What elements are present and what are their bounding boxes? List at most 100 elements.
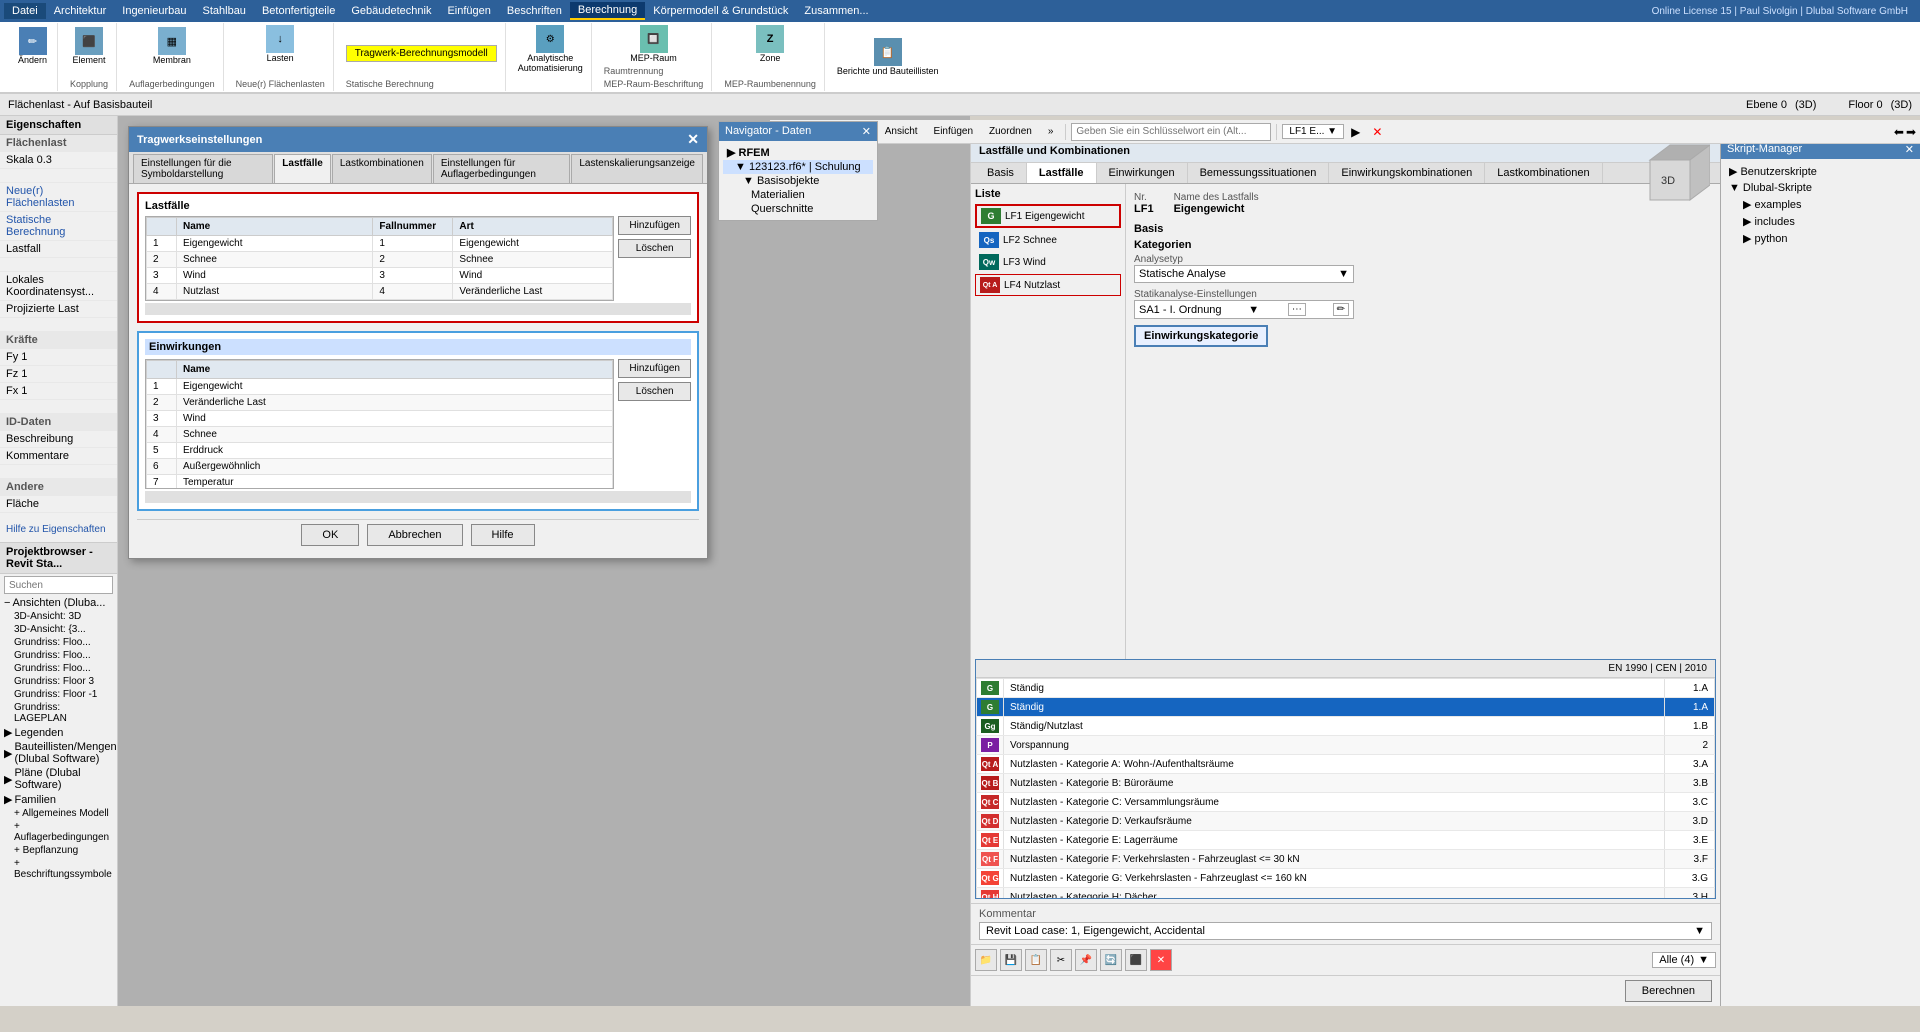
- lf-tb-btn-3[interactable]: 📋: [1025, 949, 1047, 971]
- lf-tb-btn-4[interactable]: ✂: [1050, 949, 1072, 971]
- navigator-titlebar[interactable]: Navigator - Daten ✕: [719, 122, 877, 141]
- lastfaelle-tab-lastkombinationen[interactable]: Lastkombinationen: [1485, 163, 1602, 183]
- ew-table-row[interactable]: 3 Wind: [147, 411, 613, 427]
- lastfaelle-tab-bemessungssituationen[interactable]: Bemessungssituationen: [1188, 163, 1330, 183]
- btn-analytisch[interactable]: ⚙ AnalytischeAutomatisierung: [518, 25, 583, 73]
- tab-zusammen[interactable]: Zusammen...: [796, 3, 876, 19]
- btn-hinzufuegen-lastfaelle[interactable]: Hinzufügen: [618, 216, 691, 235]
- lastfaelle-tab-lastfaelle[interactable]: Lastfälle: [1027, 163, 1097, 183]
- statik-btn-right[interactable]: ⋯: [1288, 303, 1306, 316]
- navigator-close-icon[interactable]: ✕: [862, 125, 871, 138]
- lf-table-row[interactable]: 4 Nutzlast 4 Veränderliche Last: [147, 284, 613, 300]
- ew-table-row[interactable]: 5 Erddruck: [147, 443, 613, 459]
- tab-ingenieurbau[interactable]: Ingenieurbau: [114, 3, 194, 19]
- btn-hinzufuegen-ew[interactable]: Hinzufügen: [618, 359, 691, 378]
- statik-btn-edit[interactable]: ✏: [1333, 303, 1349, 316]
- btn-berechnen[interactable]: Berechnen: [1625, 980, 1712, 1002]
- einwirk-row[interactable]: Qt H Nutzlasten - Kategorie H: Dächer 3.…: [977, 888, 1715, 899]
- einwirk-row[interactable]: Qt G Nutzlasten - Kategorie G: Verkehrsl…: [977, 869, 1715, 888]
- tb2-ansicht[interactable]: Ansicht: [878, 124, 925, 139]
- tab-gebaeudetechnik[interactable]: Gebäudetechnik: [343, 3, 439, 19]
- btn-lasten[interactable]: ↓ Lasten: [236, 25, 325, 63]
- project-item-gr2[interactable]: Grundriss: Floo...: [0, 649, 117, 662]
- ew-table-row[interactable]: 6 Außergewöhnlich: [147, 459, 613, 475]
- ew-scrollbar[interactable]: [145, 491, 691, 503]
- search-input[interactable]: [1071, 123, 1271, 141]
- ew-table-row[interactable]: 7 Temperatur: [147, 475, 613, 490]
- btn-loeschen-lastfaelle[interactable]: Löschen: [618, 239, 691, 258]
- einwirk-row[interactable]: Qt E Nutzlasten - Kategorie E: Lagerräum…: [977, 831, 1715, 850]
- einwirk-row[interactable]: Gg Ständig/Nutzlast 1.B: [977, 717, 1715, 736]
- prop-link[interactable]: Hilfe zu Eigenschaften: [0, 521, 117, 538]
- lastfaelle-scrollbar[interactable]: [145, 303, 691, 315]
- project-item-gr5[interactable]: Grundriss: Floor -1: [0, 688, 117, 701]
- btn-berichte[interactable]: 📋 Berichte und Bauteillisten: [837, 38, 939, 76]
- lf-item-lf1[interactable]: G LF1 Eigengewicht: [975, 204, 1121, 228]
- lf-tb-btn-6[interactable]: 🔄: [1100, 949, 1122, 971]
- lf-tb-btn-7[interactable]: ⬛: [1125, 949, 1147, 971]
- tb2-close[interactable]: ✕: [1367, 123, 1387, 141]
- lf-item-lf3[interactable]: Qw LF3 Wind: [975, 252, 1121, 272]
- project-item-gr4[interactable]: Grundriss: Floor 3: [0, 675, 117, 688]
- btn-loeschen-ew[interactable]: Löschen: [618, 382, 691, 401]
- ew-table-row[interactable]: 2 Veränderliche Last: [147, 395, 613, 411]
- lastfaelle-tab-basis[interactable]: Basis: [975, 163, 1027, 183]
- script-item-benutzerskripte[interactable]: ▶Benutzerskripte: [1725, 163, 1916, 180]
- project-item-beschriftung[interactable]: + Beschriftungssymbole: [0, 857, 117, 881]
- nav-item-querschnitte[interactable]: Querschnitte: [723, 202, 873, 216]
- ew-table-row[interactable]: 1 Eigengewicht: [147, 379, 613, 395]
- project-item-ansichten[interactable]: −Ansichten (Dluba...: [0, 596, 117, 610]
- project-item-gr1[interactable]: Grundriss: Floo...: [0, 636, 117, 649]
- kommentar-dropdown[interactable]: Revit Load case: 1, Eigengewicht, Accide…: [979, 922, 1712, 940]
- lf-tb-btn-5[interactable]: 📌: [1075, 949, 1097, 971]
- tb2-play[interactable]: ▶: [1346, 123, 1365, 141]
- project-item-bauteile[interactable]: ▶Bauteillisten/Mengen (Dlubal Software): [0, 740, 117, 766]
- btn-membran[interactable]: ▦ Membran: [129, 25, 215, 67]
- einwirk-row[interactable]: Qt C Nutzlasten - Kategorie C: Versammlu…: [977, 793, 1715, 812]
- project-item-bepflanzung[interactable]: + Bepflanzung: [0, 844, 117, 857]
- tragwerk-tab-lastfaelle[interactable]: Lastfälle: [274, 154, 331, 183]
- tab-einfuegen[interactable]: Einfügen: [439, 3, 498, 19]
- einwirk-row[interactable]: G Ständig 1.A: [977, 698, 1715, 717]
- tab-datei[interactable]: Datei: [4, 3, 46, 19]
- project-item-gr3[interactable]: Grundriss: Floo...: [0, 662, 117, 675]
- btn-mep-raum[interactable]: 🔲 MEP-Raum: [604, 25, 704, 63]
- lf-tb-btn-close[interactable]: ✕: [1150, 949, 1172, 971]
- tragwerk-tab-lastkombinationen[interactable]: Lastkombinationen: [332, 154, 432, 183]
- tab-berechnung[interactable]: Berechnung: [570, 2, 645, 20]
- prop-neue-flaechenlasten[interactable]: Neue(r) Flächenlasten: [0, 183, 117, 212]
- lf-footer-dropdown[interactable]: Alle (4) ▼: [1652, 952, 1716, 968]
- tb2-forward[interactable]: ➡: [1906, 125, 1916, 139]
- lastfaelle-tab-einwirkungskombinationen[interactable]: Einwirkungskombinationen: [1329, 163, 1485, 183]
- project-search-input[interactable]: [4, 576, 113, 594]
- tb2-zuordnen[interactable]: Zuordnen: [982, 124, 1039, 139]
- btn-element[interactable]: ⬛ Element: [71, 25, 108, 67]
- project-item-3d2[interactable]: 3D-Ansicht: {3...: [0, 623, 117, 636]
- project-item-auflager[interactable]: + Auflagerbedingungen: [0, 820, 117, 844]
- tragwerk-close-icon[interactable]: ✕: [687, 131, 699, 148]
- project-item-gr6[interactable]: Grundriss: LAGEPLAN: [0, 701, 117, 725]
- tab-koerpermodell[interactable]: Körpermodell & Grundstück: [645, 3, 796, 19]
- btn-zone[interactable]: Z Zone: [724, 25, 816, 63]
- einwirk-row[interactable]: G Ständig 1.A: [977, 679, 1715, 698]
- ew-table-row[interactable]: 4 Schnee: [147, 427, 613, 443]
- nav-item-materialien[interactable]: Materialien: [723, 188, 873, 202]
- tragwerk-titlebar[interactable]: Tragwerkseinstellungen ✕: [129, 127, 707, 152]
- lastfaelle-tab-einwirkungen[interactable]: Einwirkungen: [1097, 163, 1188, 183]
- tragwerk-tab-symboldarstellung[interactable]: Einstellungen für die Symboldarstellung: [133, 154, 273, 183]
- lf-table-row[interactable]: 3 Wind 3 Wind: [147, 268, 613, 284]
- lf-table-row[interactable]: 1 Eigengewicht 1 Eigengewicht: [147, 236, 613, 252]
- btn-hilfe[interactable]: Hilfe: [471, 524, 535, 546]
- tab-beschriften[interactable]: Beschriften: [499, 3, 570, 19]
- analysetyp-dropdown[interactable]: Statische Analyse ▼: [1134, 265, 1354, 283]
- tb2-back[interactable]: ⬅: [1894, 125, 1904, 139]
- einwirk-row[interactable]: Qt A Nutzlasten - Kategorie A: Wohn-/Auf…: [977, 755, 1715, 774]
- project-item-3d1[interactable]: 3D-Ansicht: 3D: [0, 610, 117, 623]
- project-item-legenden[interactable]: ▶Legenden: [0, 725, 117, 740]
- script-item-python[interactable]: ▶python: [1725, 230, 1916, 247]
- btn-tragwerk-dropdown[interactable]: Tragwerk-Berechnungsmodell: [346, 45, 497, 62]
- project-item-familien[interactable]: ▶Familien: [0, 792, 117, 807]
- lf-item-lf2[interactable]: Qs LF2 Schnee: [975, 230, 1121, 250]
- prop-statische-berechnung[interactable]: Statische Berechnung: [0, 212, 117, 241]
- lf-table-row[interactable]: 2 Schnee 2 Schnee: [147, 252, 613, 268]
